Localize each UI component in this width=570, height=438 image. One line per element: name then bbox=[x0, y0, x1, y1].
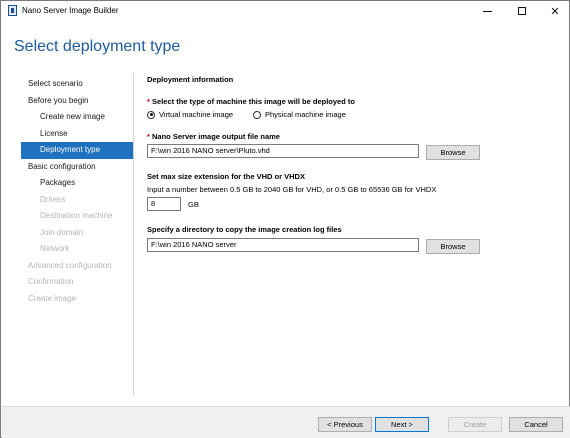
output-file-browse-button[interactable]: Browse bbox=[426, 145, 480, 160]
required-mark: * bbox=[147, 97, 150, 106]
max-size-heading: Set max size extension for the VHD or VH… bbox=[147, 172, 305, 181]
nav-item-create-new-image[interactable]: Create new image bbox=[21, 109, 133, 126]
image-builder-window: Nano Server Image Builder ✕ Select deplo… bbox=[0, 0, 570, 438]
deployment-info-heading: Deployment information bbox=[147, 75, 234, 84]
max-size-input[interactable]: 8 bbox=[147, 197, 181, 211]
window-title: Nano Server Image Builder bbox=[22, 6, 119, 15]
physical-machine-radio-label: Physical machine image bbox=[265, 110, 346, 119]
log-dir-heading: Specify a directory to copy the image cr… bbox=[147, 225, 342, 234]
minimize-icon bbox=[482, 10, 492, 12]
max-size-description: Input a number between 0.5 GB to 2040 GB… bbox=[147, 185, 437, 194]
maximize-button[interactable] bbox=[508, 1, 536, 21]
max-size-unit: GB bbox=[188, 200, 199, 209]
nav-item-license[interactable]: License bbox=[21, 126, 133, 143]
create-button: Create bbox=[448, 417, 502, 432]
log-dir-browse-button[interactable]: Browse bbox=[426, 239, 480, 254]
nav-item-select-scenario[interactable]: Select scenario bbox=[21, 76, 133, 93]
output-file-label-text: Nano Server image output file name bbox=[152, 132, 280, 141]
physical-machine-radio[interactable]: Physical machine image bbox=[253, 110, 346, 119]
nav-item-deployment-type[interactable]: Deployment type bbox=[21, 142, 133, 159]
cancel-button[interactable]: Cancel bbox=[509, 417, 563, 432]
next-button[interactable]: Next > bbox=[375, 417, 429, 432]
nav-divider bbox=[133, 73, 134, 395]
nav-item-drivers: Drivers bbox=[40, 194, 66, 204]
nav-item-basic-configuration[interactable]: Basic configuration bbox=[21, 159, 133, 176]
radio-checked-icon bbox=[147, 110, 155, 119]
nav-item-create-image: Create image bbox=[28, 293, 77, 303]
virtual-machine-radio-label: Virtual machine image bbox=[159, 110, 234, 119]
output-file-input[interactable]: F:\win 2016 NANO server\Pluto.vhd bbox=[147, 144, 419, 158]
nav-item-advanced-configuration: Advanced configuration bbox=[28, 260, 112, 270]
radio-unchecked-icon bbox=[253, 110, 261, 119]
output-file-label: * Nano Server image output file name bbox=[147, 132, 280, 141]
nav-item-confirmation: Confirmation bbox=[28, 277, 74, 286]
required-mark: * bbox=[147, 132, 150, 141]
machine-type-label-text: Select the type of machine this image wi… bbox=[152, 97, 355, 106]
title-bar: Nano Server Image Builder ✕ bbox=[1, 1, 569, 21]
wizard-nav: Select scenario Before you begin Create … bbox=[21, 76, 133, 307]
log-dir-input[interactable]: F:\win 2016 NANO server bbox=[147, 238, 419, 252]
nav-item-destination-machine: Destination machine bbox=[40, 211, 113, 220]
nav-item-before-you-begin[interactable]: Before you begin bbox=[21, 93, 133, 110]
previous-button[interactable]: < Previous bbox=[318, 417, 372, 432]
nav-item-network: Network bbox=[40, 244, 70, 253]
close-button[interactable]: ✕ bbox=[541, 1, 569, 21]
virtual-machine-radio[interactable]: Virtual machine image bbox=[147, 110, 233, 119]
wizard-footer: < Previous Next > Create Cancel bbox=[2, 406, 570, 438]
app-icon bbox=[8, 5, 17, 16]
minimize-button[interactable] bbox=[473, 1, 501, 21]
maximize-icon bbox=[518, 7, 526, 15]
page-title: Select deployment type bbox=[14, 38, 181, 55]
close-icon: ✕ bbox=[550, 5, 560, 18]
nav-item-packages[interactable]: Packages bbox=[21, 175, 133, 192]
nav-item-join-domain: Join domain bbox=[40, 227, 84, 237]
machine-type-label: * Select the type of machine this image … bbox=[147, 97, 355, 106]
